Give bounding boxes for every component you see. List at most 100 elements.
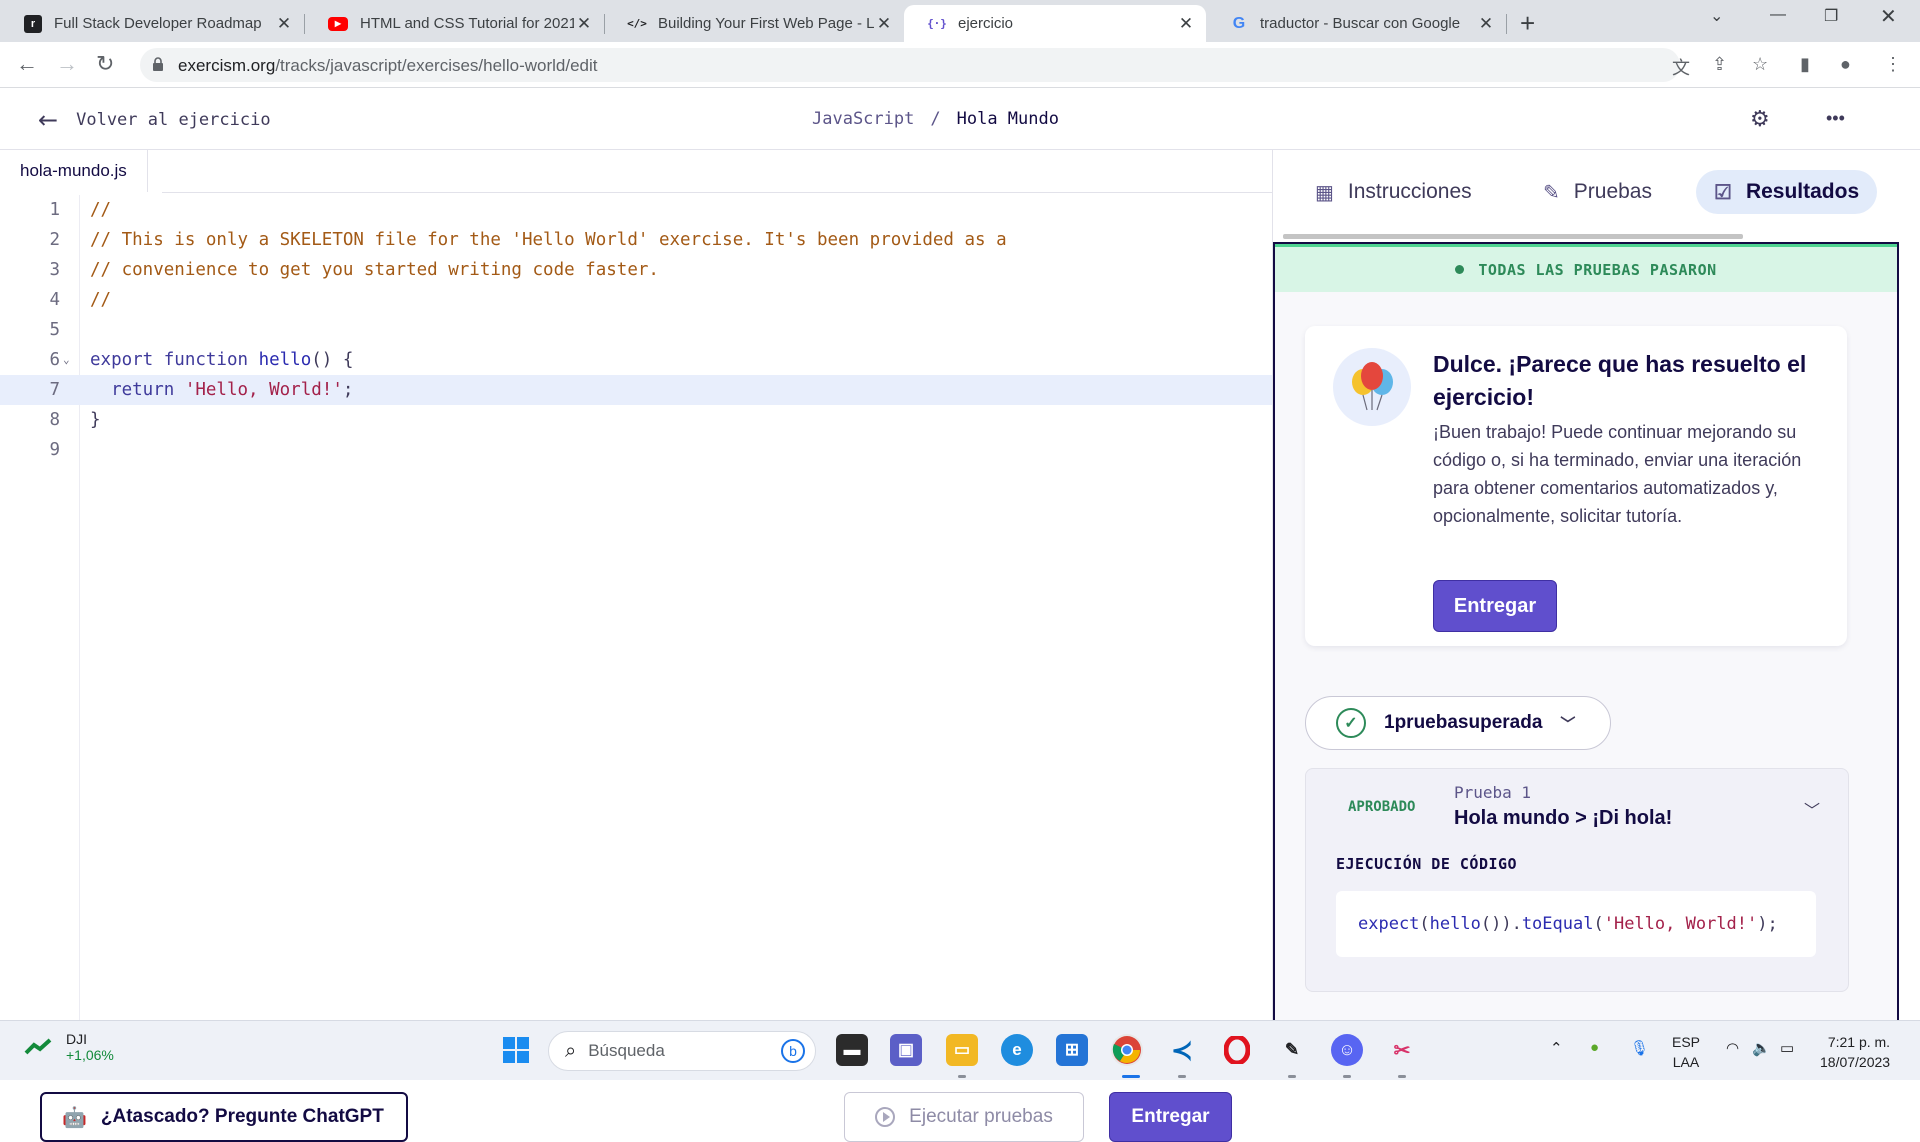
microsoft-store-icon[interactable]: ⊞ <box>1056 1034 1088 1066</box>
translate-icon[interactable]: ⽂ <box>1672 54 1690 80</box>
line-text: export function hello() { <box>90 350 354 370</box>
tests-summary-label: 1pruebasuperada <box>1384 712 1543 733</box>
minimize-icon[interactable]: — <box>1770 6 1786 24</box>
bookmark-star-icon[interactable]: ☆ <box>1752 54 1768 75</box>
clock-time: 7:21 p. m. <box>1827 1034 1891 1050</box>
discord-icon[interactable]: ☺ <box>1331 1034 1363 1066</box>
browser-tab-google[interactable]: G traductor - Buscar con Google ✕ <box>1206 5 1506 42</box>
stock-widget[interactable]: DJI +1,06% <box>24 1031 114 1063</box>
close-tab-icon[interactable]: ✕ <box>574 14 594 34</box>
tabs-scrollbar[interactable] <box>1283 234 1743 239</box>
code-line[interactable]: 6 ⌄ export function hello() { <box>0 345 1272 375</box>
search-icon: ⌕ <box>565 1039 577 1062</box>
tray-app-icon[interactable]: ● <box>1590 1039 1599 1056</box>
file-explorer-icon[interactable]: ▭ <box>946 1034 978 1066</box>
opera-browser-icon[interactable] <box>1221 1034 1253 1066</box>
snipping-tool-icon[interactable]: ✂ <box>1386 1034 1418 1066</box>
profile-avatar-icon[interactable]: ● <box>1840 54 1851 75</box>
volume-icon[interactable]: 🔈 <box>1752 1039 1771 1057</box>
side-panel-icon[interactable]: ▮ <box>1800 54 1810 75</box>
task-view-icon[interactable]: ▬ <box>836 1034 868 1066</box>
code-line[interactable]: 1 // <box>0 195 1272 225</box>
microphone-icon[interactable]: 🎙 <box>1630 1039 1649 1057</box>
file-tab[interactable]: hola-mundo.js <box>0 150 148 192</box>
running-indicator <box>1288 1075 1296 1078</box>
running-indicator <box>1343 1075 1351 1078</box>
back-to-exercise-link[interactable]: ← Volver al ejercicio <box>38 106 271 134</box>
wifi-icon[interactable]: ◠ <box>1726 1039 1739 1057</box>
code-line[interactable]: 7 return 'Hello, World!'; <box>0 375 1272 405</box>
system-clock[interactable]: 7:21 p. m. 18/07/2023 <box>1820 1032 1890 1072</box>
line-number: 4 <box>49 290 60 310</box>
run-tests-button[interactable]: Ejecutar pruebas <box>844 1092 1084 1142</box>
status-badge: APROBADO <box>1348 799 1416 815</box>
taskbar-search[interactable]: ⌕ Búsqueda b <box>548 1031 816 1071</box>
all-tests-passed-banner: TODAS LAS PRUEBAS PASARON <box>1275 244 1897 292</box>
banner-text: TODAS LAS PRUEBAS PASARON <box>1478 260 1717 279</box>
line-number: 7 <box>49 380 60 400</box>
chevron-down-icon[interactable]: ﹀ <box>1804 797 1820 821</box>
browser-menu-icon[interactable]: ⋮ <box>1884 54 1902 75</box>
clock-date: 18/07/2023 <box>1820 1054 1891 1070</box>
submit-button[interactable]: Entregar <box>1109 1092 1232 1142</box>
browser-tab-ejercicio[interactable]: {·} ejercicio ✕ <box>904 5 1206 42</box>
teams-chat-icon[interactable]: ▣ <box>890 1034 922 1066</box>
browser-tab-roadmap[interactable]: r Full Stack Developer Roadmap ✕ <box>0 5 304 42</box>
windows-taskbar: DJI +1,06% ⌕ Búsqueda b ▬ ▣ ▭ e ⊞ ≺ ✎ ☺ … <box>0 1020 1920 1080</box>
browser-tab-first-page[interactable]: </> Building Your First Web Page - Le ✕ <box>604 5 904 42</box>
code-line[interactable]: 2 // This is only a SKELETON file for the… <box>0 225 1272 255</box>
breadcrumb-exercise: Hola Mundo <box>956 109 1059 129</box>
code-line[interactable]: 4 // <box>0 285 1272 315</box>
battery-icon[interactable]: ▭ <box>1780 1039 1794 1057</box>
code-line[interactable]: 8} <box>0 405 1272 435</box>
close-tab-icon[interactable]: ✕ <box>1476 14 1496 34</box>
test-name: Hola mundo > ¡Di hola! <box>1454 807 1673 829</box>
test-result-card[interactable]: APROBADO Prueba 1 Hola mundo > ¡Di hola!… <box>1305 768 1849 992</box>
forward-arrow-icon[interactable]: → <box>56 51 78 77</box>
tab-tests[interactable]: ✎ Pruebas <box>1525 170 1670 214</box>
fold-chevron-icon[interactable]: ⌄ <box>63 345 70 375</box>
chevron-down-icon: ﹀ <box>1560 715 1576 733</box>
address-bar[interactable]: exercism.org/tracks/javascript/exercises… <box>140 48 1680 82</box>
bing-icon[interactable]: b <box>781 1039 805 1063</box>
share-icon[interactable]: ⇪ <box>1712 54 1727 75</box>
close-window-icon[interactable]: ✕ <box>1880 4 1897 29</box>
card-submit-button[interactable]: Entregar <box>1433 580 1557 632</box>
tab-instructions[interactable]: ▦ Instrucciones <box>1297 170 1490 214</box>
tab-results[interactable]: ☑ Resultados <box>1696 170 1878 214</box>
breadcrumb-track[interactable]: JavaScript <box>812 109 914 129</box>
line-text: } <box>90 410 101 430</box>
tests-summary-toggle[interactable]: ✓ 1pruebasuperada ﹀ <box>1305 696 1611 750</box>
tab-instructions-label: Instrucciones <box>1347 180 1472 203</box>
success-title: Dulce. ¡Parece que has resuelto el ejerc… <box>1433 351 1807 410</box>
close-tab-icon[interactable]: ✕ <box>1176 14 1196 34</box>
chrome-browser-icon[interactable] <box>1111 1034 1143 1066</box>
taskbar-search-placeholder: Búsqueda <box>588 1041 665 1060</box>
new-tab-plus-icon[interactable]: + <box>1520 8 1535 39</box>
browser-tab-youtube[interactable]: ▶ HTML and CSS Tutorial for 2021 ✕ <box>304 5 604 42</box>
code-line[interactable]: 5 <box>0 315 1272 345</box>
windows-start-icon[interactable] <box>500 1034 532 1066</box>
reload-icon[interactable]: ↻ <box>96 51 114 77</box>
code-editor: hola-mundo.js 1 // 2 // This is only a SKEL… <box>0 150 1272 1142</box>
code-line[interactable]: 3 // convenience to get you started writi… <box>0 255 1272 285</box>
running-indicator <box>1398 1075 1406 1078</box>
edge-browser-icon[interactable]: e <box>1001 1034 1033 1066</box>
play-circle-icon <box>875 1107 896 1127</box>
back-arrow-icon[interactable]: ← <box>16 51 38 77</box>
close-tab-icon[interactable]: ✕ <box>274 14 294 34</box>
more-options-icon[interactable]: ••• <box>1826 108 1845 129</box>
code-line[interactable]: 9 <box>0 435 1272 465</box>
tab-search-chevron-icon[interactable]: ⌄ <box>1710 6 1723 26</box>
settings-gear-icon[interactable]: ⚙ <box>1750 106 1770 132</box>
tab-title: Building Your First Web Page - Le <box>658 15 874 32</box>
ask-chatgpt-button[interactable]: 🤖 ¿Atascado? Pregunte ChatGPT <box>40 1092 408 1142</box>
input-language[interactable]: ESP LAA <box>1672 1032 1700 1072</box>
tests-flask-icon: ✎ <box>1543 181 1560 204</box>
vscode-icon[interactable]: ≺ <box>1166 1034 1198 1066</box>
close-tab-icon[interactable]: ✕ <box>874 14 894 34</box>
line-number: 3 <box>49 260 60 280</box>
restore-icon[interactable]: ❐ <box>1824 6 1838 26</box>
editor-app-icon[interactable]: ✎ <box>1276 1034 1308 1066</box>
chevron-up-icon[interactable]: ⌃ <box>1550 1039 1563 1057</box>
